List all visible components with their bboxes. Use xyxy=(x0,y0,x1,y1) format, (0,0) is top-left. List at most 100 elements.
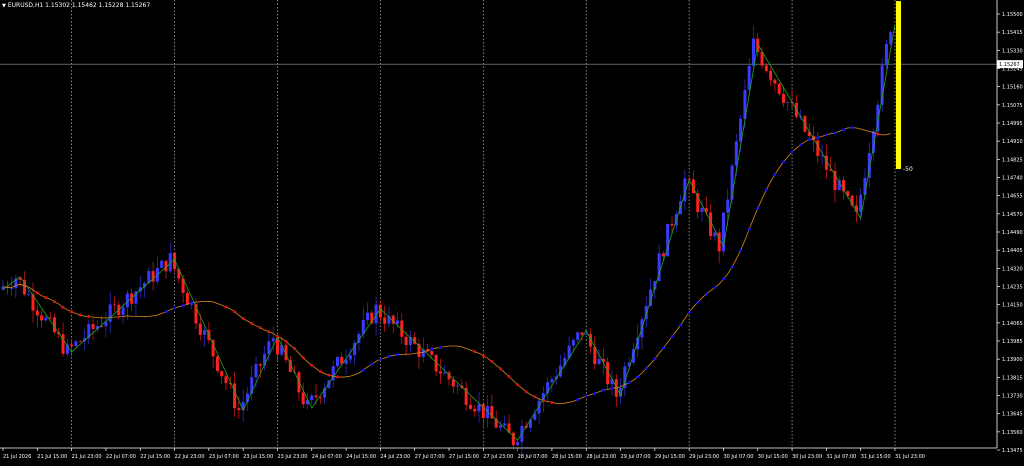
candle-body xyxy=(310,395,314,401)
candle-body xyxy=(48,317,52,319)
price-chart[interactable]: 1.155001.154151.153301.152451.151601.150… xyxy=(0,0,1024,462)
price-tick-label: 1.14405 xyxy=(1002,248,1023,254)
trend-dot xyxy=(721,277,725,281)
trend-dot xyxy=(550,400,554,404)
time-tick-label: 27 Jul 07:00 xyxy=(415,454,445,460)
candle-body xyxy=(726,199,730,213)
candle-body xyxy=(468,404,472,409)
price-tick-label: 1.13475 xyxy=(1002,448,1023,454)
candle-body xyxy=(700,208,704,212)
trend-dot xyxy=(593,391,597,395)
current-price-label: 1.15267 xyxy=(999,62,1020,68)
time-tick-label: 23 Jul 07:00 xyxy=(209,454,239,460)
candle-body xyxy=(747,65,751,90)
time-tick-label: 21 Jul 15:00 xyxy=(37,454,67,460)
candle-body xyxy=(250,377,254,394)
candle-body xyxy=(10,288,14,289)
time-tick-label: 23 Jul 15:00 xyxy=(243,454,273,460)
trend-dot xyxy=(370,362,374,366)
chart-background xyxy=(0,0,1024,462)
trend-dot xyxy=(644,366,648,370)
trend-dot xyxy=(764,188,768,192)
trend-dot xyxy=(241,317,245,321)
candle-body xyxy=(451,379,455,387)
candle-body xyxy=(503,423,507,426)
trend-dot xyxy=(636,375,640,379)
trend-dot xyxy=(361,368,365,372)
histogram-label: -50 xyxy=(903,166,913,173)
trend-dot xyxy=(250,321,254,325)
candle-body xyxy=(233,383,237,409)
candle-body xyxy=(301,392,305,405)
candle-body xyxy=(769,70,773,80)
candle-body xyxy=(713,232,717,237)
time-tick-label: 22 Jul 07:00 xyxy=(106,454,136,460)
trend-dot xyxy=(327,373,331,377)
trend-dot xyxy=(61,305,65,309)
candle-body xyxy=(275,338,279,355)
candle-body xyxy=(198,323,202,335)
time-tick-label: 24 Jul 15:00 xyxy=(346,454,376,460)
price-tick-label: 1.15500 xyxy=(1002,12,1023,18)
candle-body xyxy=(254,364,258,378)
trend-dot xyxy=(704,292,708,296)
time-tick-label: 27 Jul 23:00 xyxy=(483,454,513,460)
time-tick-label: 29 Jul 23:00 xyxy=(689,454,719,460)
trend-dot xyxy=(747,227,751,231)
candle-body xyxy=(498,425,502,428)
candle-body xyxy=(220,371,224,377)
time-tick-label: 23 Jul 23:00 xyxy=(277,454,307,460)
candle-body xyxy=(760,52,764,66)
trend-dot xyxy=(653,357,657,361)
candle-body xyxy=(237,408,241,411)
candle-body xyxy=(764,65,768,71)
time-tick-label: 24 Jul 23:00 xyxy=(380,454,410,460)
time-tick-label: 28 Jul 23:00 xyxy=(586,454,616,460)
trend-dot xyxy=(336,375,339,379)
price-tick-label: 1.13730 xyxy=(1002,394,1023,400)
price-tick-label: 1.13645 xyxy=(1002,412,1023,418)
trend-dot xyxy=(850,126,854,130)
trend-dot xyxy=(310,363,314,367)
candle-body xyxy=(580,332,584,335)
triangle-down-icon[interactable]: ▼ xyxy=(2,3,6,9)
candle-body xyxy=(777,83,781,95)
price-tick-label: 1.14655 xyxy=(1002,194,1023,200)
time-tick-label: 22 Jul 23:00 xyxy=(175,454,205,460)
trend-dot xyxy=(190,301,194,305)
candle-body xyxy=(546,382,550,394)
price-tick-label: 1.14150 xyxy=(1002,303,1023,309)
time-tick-label: 28 Jul 15:00 xyxy=(552,454,582,460)
candle-body xyxy=(121,307,125,315)
time-tick-label: 30 Jul 15:00 xyxy=(758,454,788,460)
chart-title-bar[interactable]: ▼ EURUSD,H1 1.15302 1.15462 1.15228 1.152… xyxy=(2,2,150,9)
trend-dot xyxy=(318,369,322,373)
trend-dot xyxy=(233,310,237,314)
candle-body xyxy=(335,356,340,367)
candle-body xyxy=(70,344,74,347)
trend-dot xyxy=(35,291,39,295)
price-tick-label: 1.14065 xyxy=(1002,321,1023,327)
candle-body xyxy=(348,355,352,360)
trend-dot xyxy=(498,367,502,371)
trend-dot xyxy=(661,346,665,350)
trend-dot xyxy=(730,265,734,269)
candle-body xyxy=(78,341,82,343)
candle-body xyxy=(366,312,370,321)
chart-area[interactable]: 1.15500 1.15415 1.15330 1.15245 1.15160 1.150… xyxy=(0,0,1024,462)
trend-dot xyxy=(627,381,631,385)
candle-body xyxy=(430,351,434,355)
candle-body xyxy=(314,395,318,398)
trend-dot xyxy=(378,357,382,361)
candle-body xyxy=(35,310,39,316)
time-tick-label: 31 Jul 23:00 xyxy=(895,454,925,460)
candle-body xyxy=(443,372,447,374)
time-tick-label: 29 Jul 07:00 xyxy=(621,454,651,460)
trend-dot xyxy=(533,395,537,399)
candle-body xyxy=(61,334,65,354)
trend-dot xyxy=(87,315,91,319)
time-tick-label: 22 Jul 15:00 xyxy=(140,454,170,460)
candle-body xyxy=(91,323,95,329)
histogram-bar xyxy=(896,1,901,170)
trend-dot xyxy=(267,330,271,334)
